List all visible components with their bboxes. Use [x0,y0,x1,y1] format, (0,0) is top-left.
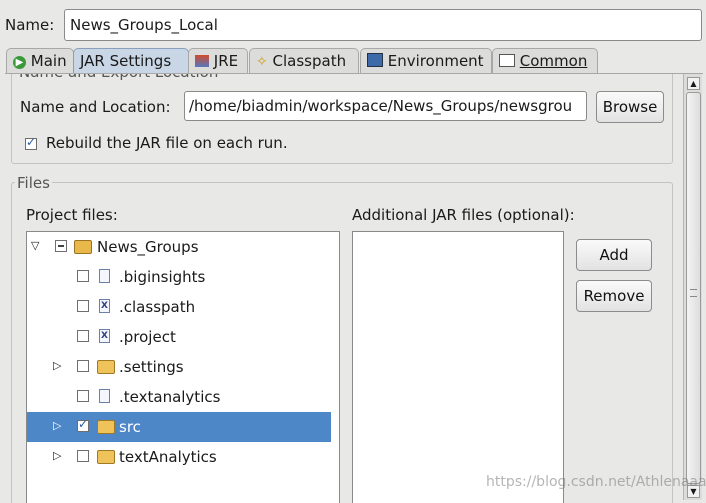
tree-label: .biginsights [119,268,206,286]
run-icon: ▶ [13,56,26,69]
name-label: Name: [5,16,55,34]
tab-common[interactable]: Common [492,48,598,74]
tree-row-settings[interactable]: ▷ .settings [27,352,331,382]
tab-classpath[interactable]: ✧ Classpath [249,48,359,74]
tree-checkbox[interactable] [77,300,89,312]
add-button[interactable]: Add [576,239,652,271]
tree-checkbox[interactable] [55,240,67,252]
tree-row-src[interactable]: ▷ src [27,412,331,442]
tree-row-project[interactable]: X .project [27,322,331,352]
tab-main[interactable]: ▶ Main [6,48,74,74]
folder-icon [97,450,115,464]
tree-label: .project [119,328,176,346]
tree-row-classpath[interactable]: X .classpath [27,292,331,322]
tab-panel: Name and Export Location Name and Locati… [5,73,703,503]
export-group-title: Name and Export Location [17,74,221,81]
folder-icon [97,420,115,434]
tree-row-biginsights[interactable]: .biginsights [27,262,331,292]
tree-label: .settings [119,358,184,376]
additional-jar-label: Additional JAR files (optional): [352,206,575,224]
additional-jar-list[interactable] [352,231,564,503]
expand-arrow-icon[interactable]: ▷ [53,419,61,432]
project-files-label: Project files: [26,206,118,224]
rebuild-label: Rebuild the JAR file on each run. [46,134,288,152]
folder-icon [97,360,115,374]
location-field[interactable]: /home/biadmin/workspace/News_Groups/news… [184,91,587,121]
files-group-title: Files [15,174,52,192]
xml-file-icon: X [99,299,110,313]
tree-label: textAnalytics [119,448,217,466]
tree-checkbox[interactable] [77,330,89,342]
rebuild-checkbox[interactable] [25,135,37,150]
tree-label: .textanalytics [119,388,221,406]
location-label: Name and Location: [20,98,171,116]
classpath-icon: ✧ [256,54,268,70]
tree-label: .classpath [119,298,196,316]
scroll-up-arrow-icon[interactable]: ▲ [687,77,700,90]
expand-arrow-icon[interactable]: ▷ [53,449,61,462]
watermark: https://blog.csdn.net/Athlenaaa [486,474,706,490]
tab-environment[interactable]: Environment [360,48,492,74]
grip-icon [690,289,697,297]
common-icon [499,54,515,67]
browse-button[interactable]: Browse [596,91,664,123]
tree-row-textanalytics-folder[interactable]: ▷ textAnalytics [27,442,331,472]
remove-button[interactable]: Remove [576,280,652,312]
tree-checkbox[interactable] [77,390,89,402]
tree-label: News_Groups [97,238,199,256]
jre-icon [195,55,209,67]
location-field-value: /home/biadmin/workspace/News_Groups/news… [189,97,573,115]
tree-row-textanalytics-file[interactable]: .textanalytics [27,382,331,412]
expand-arrow-icon[interactable]: ▽ [31,239,39,252]
tree-label: src [119,418,141,436]
tab-jre[interactable]: JRE [188,48,248,74]
xml-file-icon: X [99,329,110,343]
name-field-value: News_Groups_Local [70,16,218,34]
project-folder-icon [74,240,92,254]
tab-jar-settings[interactable]: JAR Settings [73,48,189,74]
tree-checkbox[interactable] [77,417,89,432]
name-field[interactable]: News_Groups_Local [64,9,702,41]
vertical-scrollbar[interactable]: ▲ ▼ [683,74,702,500]
scroll-thumb[interactable] [686,92,701,484]
tree-row-news-groups[interactable]: ▽ News_Groups [27,232,331,262]
expand-arrow-icon[interactable]: ▷ [53,359,61,372]
file-icon [99,269,110,283]
file-icon [99,389,110,403]
tree-checkbox[interactable] [77,360,89,372]
tree-checkbox[interactable] [77,270,89,282]
tree-checkbox[interactable] [77,450,89,462]
environment-icon [367,53,383,67]
